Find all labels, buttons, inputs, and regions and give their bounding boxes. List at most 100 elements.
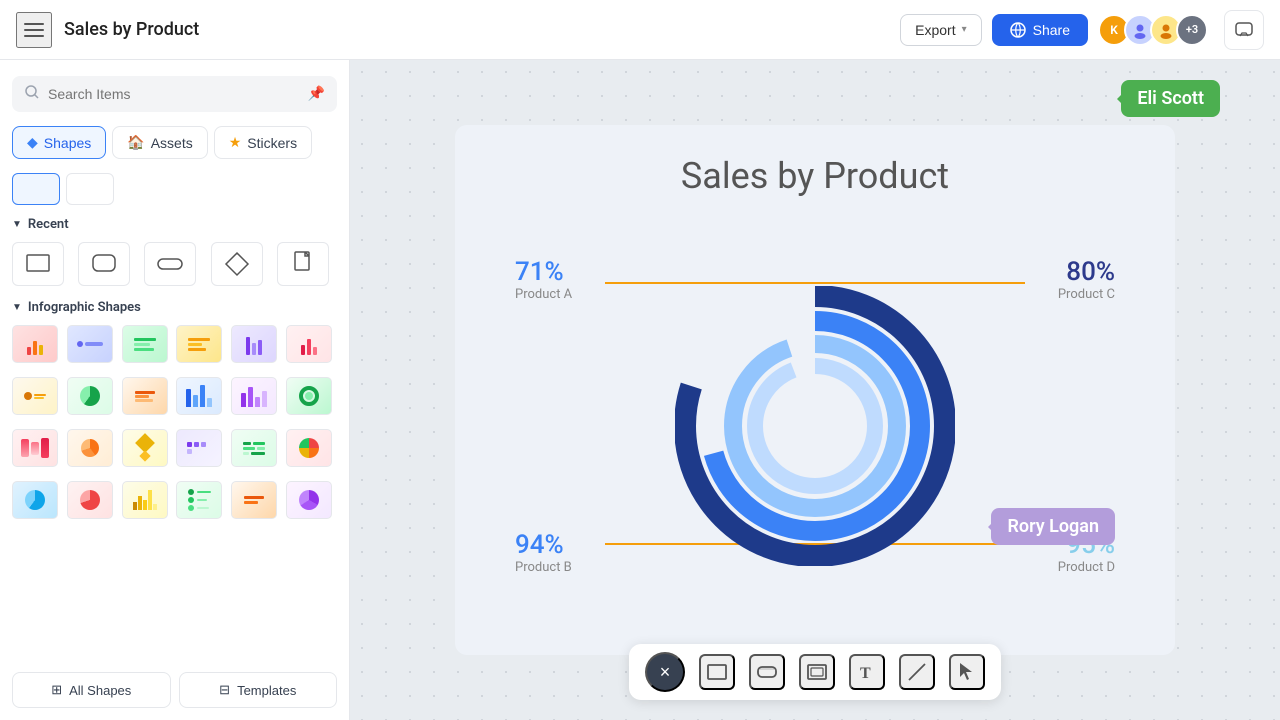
templates-button[interactable]: ⊟ Templates — [179, 672, 338, 708]
templates-icon: ⊟ — [219, 682, 230, 698]
canvas-area[interactable]: Eli Scott Sales by Product 71% Product A… — [350, 60, 1280, 720]
infographic-item-9[interactable] — [122, 377, 168, 415]
infographic-item-16[interactable] — [176, 429, 222, 467]
infographic-grid-4 — [12, 481, 337, 519]
donut-svg — [675, 286, 955, 566]
product-b-name: Product B — [515, 560, 572, 575]
frame-tool[interactable] — [799, 654, 835, 690]
infographic-item-13[interactable] — [12, 429, 58, 467]
search-icon — [24, 84, 40, 104]
all-shapes-button[interactable]: ⊞ All Shapes — [12, 672, 171, 708]
all-shapes-icon: ⊞ — [51, 682, 62, 698]
infographic-item-18[interactable] — [286, 429, 332, 467]
shape-diamond[interactable] — [211, 242, 263, 286]
text-icon: T — [856, 661, 878, 683]
infographic-item-10[interactable] — [176, 377, 222, 415]
product-c-name: Product C — [1058, 287, 1115, 302]
rounded-rect-icon — [756, 661, 778, 683]
infographic-item-19[interactable] — [12, 481, 58, 519]
recent-section-header[interactable]: ▼ Recent — [12, 217, 337, 232]
chart-area: 71% Product A 94% Product B 80% Product … — [495, 227, 1135, 625]
infographic-item-24[interactable] — [286, 481, 332, 519]
comment-button[interactable] — [1224, 10, 1264, 50]
infographic-item-11[interactable] — [231, 377, 277, 415]
tab-shapes[interactable]: ◆ Shapes — [12, 126, 106, 159]
infographic-item-5[interactable] — [231, 325, 277, 363]
globe-icon — [1010, 22, 1026, 38]
infographic-item-14[interactable] — [67, 429, 113, 467]
chart-title: Sales by Product — [681, 155, 949, 197]
search-input[interactable] — [48, 86, 300, 102]
infographic-section-header[interactable]: ▼ Infographic Shapes — [12, 300, 337, 315]
product-a-name: Product A — [515, 287, 572, 302]
assets-label: Assets — [151, 135, 193, 151]
infographic-item-22[interactable] — [176, 481, 222, 519]
menu-button[interactable] — [16, 12, 52, 48]
toggle-grid[interactable] — [12, 173, 60, 205]
share-button[interactable]: Share — [992, 14, 1088, 46]
infographic-item-2[interactable] — [67, 325, 113, 363]
recent-label: Recent — [28, 217, 69, 232]
infographic-item-6[interactable] — [286, 325, 332, 363]
rectangle-icon — [706, 661, 728, 683]
infographic-item-23[interactable] — [231, 481, 277, 519]
sidebar-content: ▼ Recent — [12, 217, 337, 664]
export-button[interactable]: Export ▾ — [900, 14, 982, 46]
infographic-grid-2 — [12, 377, 337, 415]
share-label: Share — [1033, 22, 1070, 38]
pointer-icon — [956, 661, 978, 683]
shape-rectangle[interactable] — [12, 242, 64, 286]
rory-logan-tooltip: Rory Logan — [991, 508, 1115, 545]
infographic-item-12[interactable] — [286, 377, 332, 415]
rounded-rect-tool[interactable] — [749, 654, 785, 690]
product-b-label: 94% Product B — [515, 530, 572, 575]
infographic-item-17[interactable] — [231, 429, 277, 467]
sidebar: 📌 ◆ Shapes 🏠 Assets ★ Stickers ▼ — [0, 60, 350, 720]
shape-document[interactable] — [277, 242, 329, 286]
shape-rounded-rectangle[interactable] — [78, 242, 130, 286]
tab-stickers[interactable]: ★ Stickers — [214, 126, 312, 159]
tab-assets[interactable]: 🏠 Assets — [112, 126, 207, 159]
product-d-name: Product D — [1058, 560, 1115, 575]
export-label: Export — [915, 22, 955, 38]
product-a-value: 71% — [515, 257, 572, 287]
bottom-toolbar: × T — [629, 644, 1001, 700]
shapes-icon: ◆ — [27, 134, 38, 151]
eli-scott-name: Eli Scott — [1137, 88, 1204, 109]
line-icon — [906, 661, 928, 683]
infographic-grid-1 — [12, 325, 337, 363]
infographic-item-21[interactable] — [122, 481, 168, 519]
svg-text:T: T — [860, 665, 871, 682]
infographic-item-1[interactable] — [12, 325, 58, 363]
tab-row: ◆ Shapes 🏠 Assets ★ Stickers — [12, 126, 337, 159]
avatar-count: +3 — [1176, 14, 1208, 46]
line-tool[interactable] — [899, 654, 935, 690]
toggle-row — [12, 173, 337, 205]
frame-icon — [806, 661, 828, 683]
rory-logan-name: Rory Logan — [1007, 516, 1099, 537]
main-layout: 📌 ◆ Shapes 🏠 Assets ★ Stickers ▼ — [0, 60, 1280, 720]
text-tool[interactable]: T — [849, 654, 885, 690]
sidebar-bottom: ⊞ All Shapes ⊟ Templates — [12, 672, 337, 708]
infographic-item-4[interactable] — [176, 325, 222, 363]
all-shapes-label: All Shapes — [69, 683, 131, 698]
infographic-label: Infographic Shapes — [28, 300, 141, 315]
stickers-label: Stickers — [247, 135, 297, 151]
product-a-label: 71% Product A — [515, 257, 572, 302]
comment-icon — [1234, 20, 1254, 40]
donut-chart — [675, 286, 955, 566]
product-c-label: 80% Product C — [1058, 257, 1115, 302]
infographic-item-20[interactable] — [67, 481, 113, 519]
infographic-item-15[interactable] — [122, 429, 168, 467]
infographic-item-3[interactable] — [122, 325, 168, 363]
recent-shapes-grid — [12, 242, 337, 286]
infographic-item-7[interactable] — [12, 377, 58, 415]
pointer-tool[interactable] — [949, 654, 985, 690]
infographic-item-8[interactable] — [67, 377, 113, 415]
shape-pill[interactable] — [144, 242, 196, 286]
toggle-list[interactable] — [66, 173, 114, 205]
product-b-value: 94% — [515, 530, 572, 560]
close-button[interactable]: × — [645, 652, 685, 692]
h-line-top — [605, 282, 1025, 284]
rectangle-tool[interactable] — [699, 654, 735, 690]
